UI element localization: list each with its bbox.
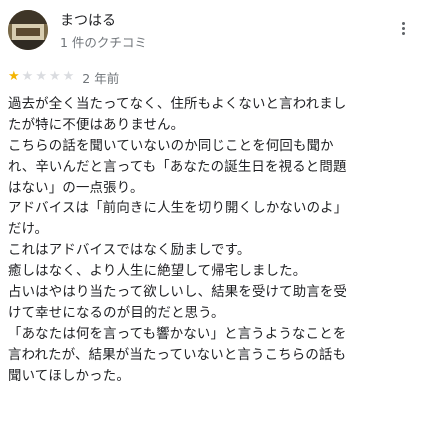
review-line: たが特に不便はありません。 [8,117,185,133]
review-header: まつはる 1 件のクチコミ [8,8,423,52]
review-line: 癒しはなく、より人生に絶望して帰宅しました。 [8,264,307,280]
review-line: けて幸せになるのが目的だと思う。 [8,305,225,321]
review-text: 過去が全く当たってなく、住所もよくないと言われまし たが特に不便はありません。こち… [8,95,426,387]
author-name[interactable]: まつはる [60,10,116,30]
author-avatar[interactable] [8,10,48,50]
review-line: 言われたが、結果が当たっていないと言うこちらの話も [8,347,347,363]
more-vert-icon[interactable] [395,20,411,40]
review-line: 「あなたは何を言っても響かない」と言うようなことを [8,326,347,342]
review-line: こちらの話を聞いていないのか同じことを何回も聞か [8,138,334,154]
star-empty-icon: ★ [62,69,75,84]
star-rating: ★ ★ ★ ★ ★ [8,70,76,84]
star-empty-icon: ★ [48,69,61,84]
review-line: 聞いてほしかった。 [8,368,130,384]
review-line: これはアドバイスではなく励ましです。 [8,243,251,259]
review-line: れ、辛いんだと言っても「あなたの誕生日を視ると問題 [8,159,347,175]
avatar-image [8,10,48,50]
star-filled-icon: ★ [8,69,20,84]
rating-row: ★ ★ ★ ★ ★ 2 年前 [8,69,120,86]
star-empty-icon: ★ [35,69,47,84]
star-empty-icon: ★ [21,69,34,84]
review-line: だけ。 [8,222,49,238]
review-date: 2 年前 [82,70,120,86]
author-review-count: 1 件のクチコミ [60,35,147,50]
review-line: アドバイスは「前向きに人生を切り開くしかないのよ」 [8,201,348,217]
review-line: 占いはやはり当たって欲しいし、結果を受けて助言を受 [8,285,348,301]
review-line: 過去が全く当たってなく、住所もよくないと言われまし [8,97,347,112]
review-line: はない」の一点張り。 [8,180,144,196]
